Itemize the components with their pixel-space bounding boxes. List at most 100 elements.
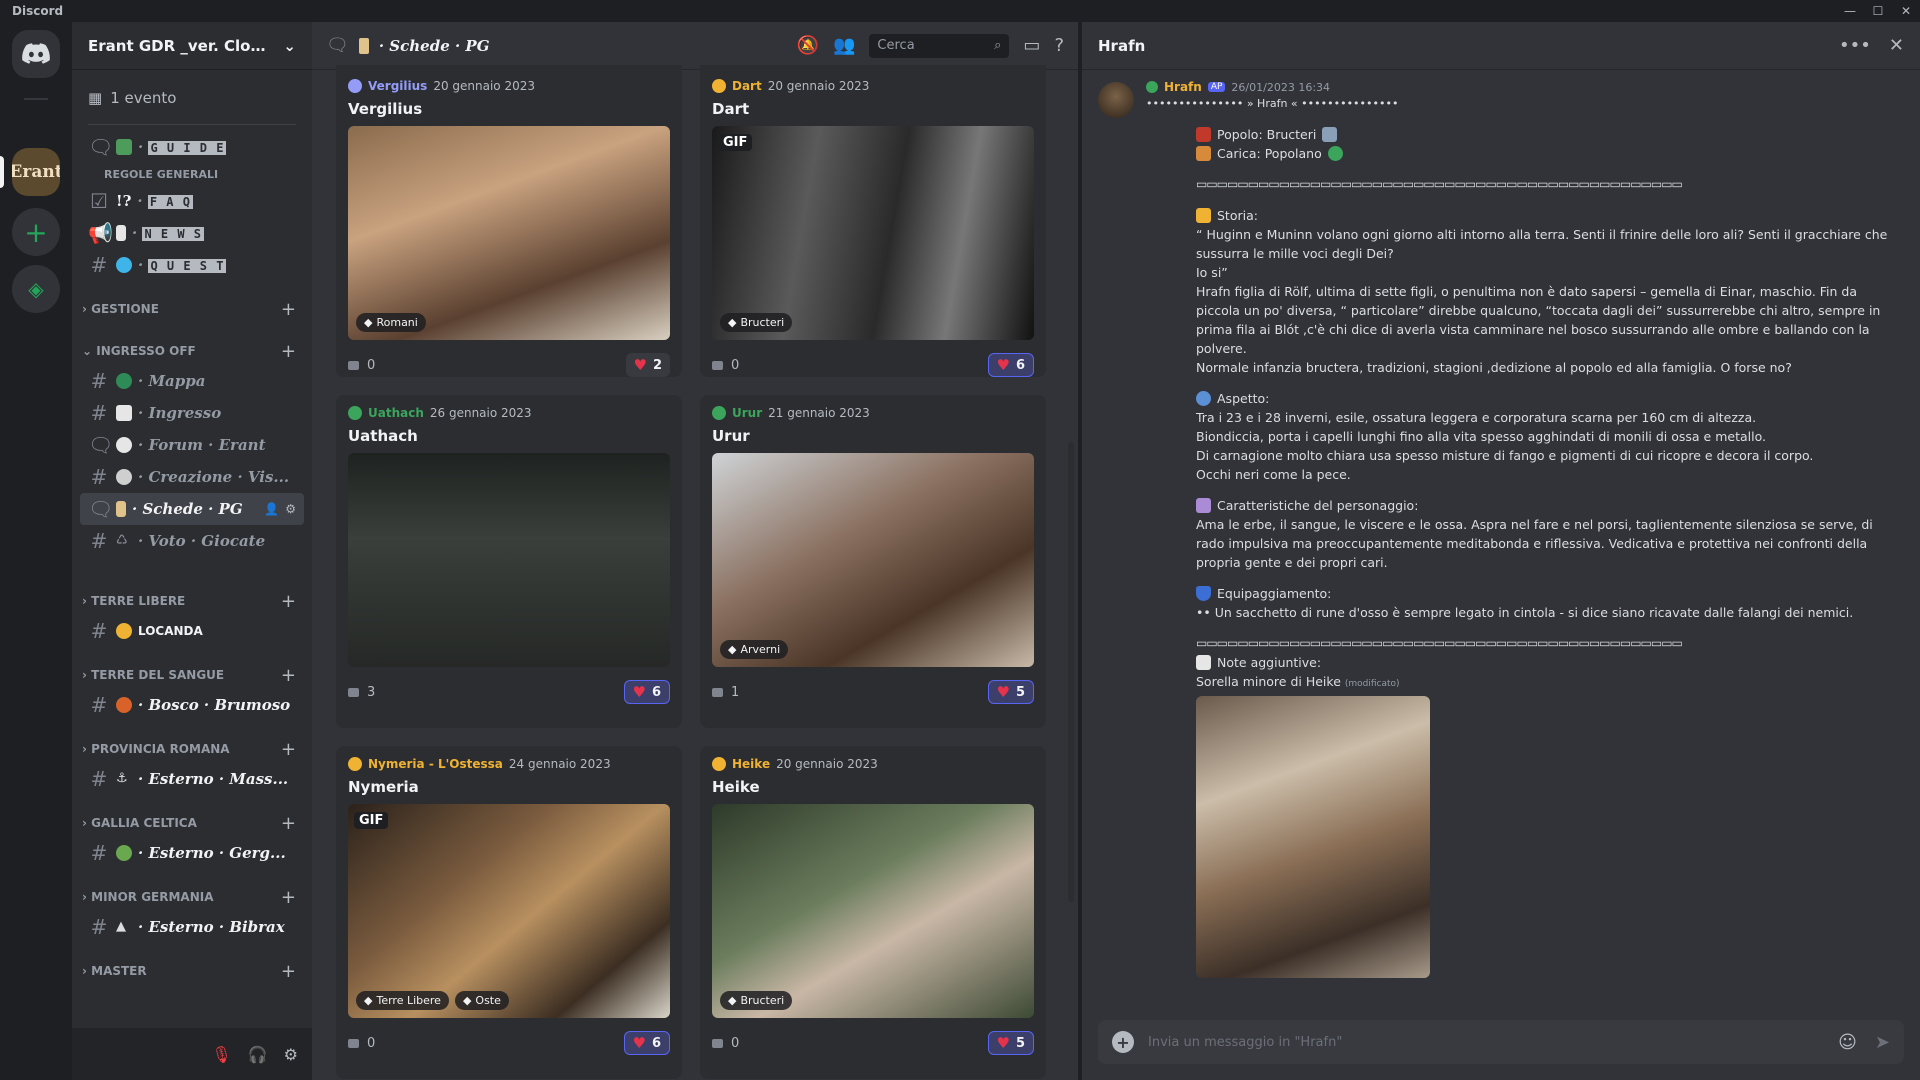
category-terre-libere[interactable]: › TERRE LIBERE + — [80, 587, 304, 615]
message: Hrafn AP 26/01/2023 16:34 ••••••••••••••… — [1098, 80, 1888, 978]
channel-quest[interactable]: # · Q U E S T — [80, 249, 304, 281]
post-author[interactable]: Uathach — [368, 406, 424, 420]
member-list-icon[interactable]: 👥 — [833, 35, 855, 56]
forum-icon: 🗨 — [88, 497, 114, 521]
mic-muted-icon[interactable]: 🎙 — [211, 1045, 231, 1064]
post-author[interactable]: Urur — [732, 406, 762, 420]
message-author[interactable]: Hrafn — [1164, 80, 1202, 94]
notifications-muted-icon[interactable]: 🔕 — [797, 35, 819, 56]
create-channel-icon[interactable]: + — [281, 739, 296, 760]
search-input[interactable]: Cerca ⌕ — [869, 33, 1010, 58]
category-ingresso[interactable]: ⌄ INGRESSO OFF + — [80, 337, 304, 365]
post-card[interactable]: Nymeria - L'Ostessa 24 gennaio 2023 Nyme… — [336, 746, 682, 1079]
category-master[interactable]: › MASTER + — [80, 957, 304, 985]
post-title[interactable]: Nymeria — [348, 778, 670, 796]
post-title[interactable]: Dart — [712, 100, 1034, 118]
post-image[interactable]: ◆ Arverni — [712, 453, 1034, 667]
post-image[interactable]: ◆ Romani — [348, 126, 670, 340]
post-image[interactable] — [348, 453, 670, 667]
reaction-button[interactable]: ♥ 5 — [987, 1031, 1034, 1055]
events-link[interactable]: ▦ 1 evento — [80, 78, 304, 118]
create-channel-icon[interactable]: + — [281, 961, 296, 982]
chevron-down-icon[interactable]: ⌄ — [283, 37, 296, 55]
create-channel-icon[interactable]: + — [281, 887, 296, 908]
minimize-icon[interactable]: — — [1836, 0, 1864, 22]
channel-ingresso[interactable]: # · Ingresso — [80, 397, 304, 429]
create-channel-icon[interactable]: + — [281, 813, 296, 834]
close-window-icon[interactable]: ✕ — [1892, 0, 1920, 22]
post-card[interactable]: Vergilius 20 gennaio 2023 Vergilius ◆ Rom… — [336, 65, 682, 377]
category-provincia[interactable]: › PROVINCIA ROMANA + — [80, 735, 304, 763]
channel-schede-pg[interactable]: 🗨 · Schede · PG 👤 ⚙ — [80, 493, 304, 525]
post-card[interactable]: Uathach 26 gennaio 2023 Uathach 3 ♥ 6 — [336, 395, 682, 728]
category-terre-sangue[interactable]: › TERRE DEL SANGUE + — [80, 661, 304, 689]
category-gallia[interactable]: › GALLIA CELTICA + — [80, 809, 304, 837]
channel-news[interactable]: 📢 · N E W S — [80, 217, 304, 249]
comment-icon — [348, 360, 359, 370]
emoji-icon[interactable]: ☺ — [1838, 1032, 1857, 1053]
channel-guide[interactable]: 🗨 · G U I D E — [80, 131, 304, 163]
headphones-muted-icon[interactable]: 🎧 — [248, 1045, 268, 1064]
subthread-regole[interactable]: REGOLE GENERALI — [80, 163, 304, 185]
gear-icon[interactable]: ⚙ — [285, 502, 296, 516]
reaction-button[interactable]: ♥ 2 — [625, 353, 670, 377]
create-channel-icon[interactable]: + — [281, 341, 296, 362]
more-options-icon[interactable]: ••• — [1839, 35, 1871, 56]
category-germania[interactable]: › MINOR GERMANIA + — [80, 883, 304, 911]
guild-header[interactable]: Erant GDR _ver. Closed_... ⌄ — [72, 22, 312, 70]
post-title[interactable]: Heike — [712, 778, 1034, 796]
channel-creazione[interactable]: # · Creazione · Vis... — [80, 461, 304, 493]
attachment-image[interactable] — [1196, 696, 1430, 978]
reaction-button[interactable]: ♥ 6 — [623, 1031, 670, 1055]
channel-esterno-bibrax[interactable]: # ▲ · Esterno · Bibrax — [80, 911, 304, 943]
post-card[interactable]: Urur 21 gennaio 2023 Urur ◆ Arverni 1 ♥ 5 — [700, 395, 1046, 728]
gear-icon[interactable]: ⚙ — [284, 1045, 298, 1064]
composer-placeholder: Invia un messaggio in "Hrafn" — [1148, 1034, 1343, 1050]
channel-esterno-mass[interactable]: # ⚓ · Esterno · Mass... — [80, 763, 304, 795]
post-author[interactable]: Nymeria - L'Ostessa — [368, 757, 503, 771]
channel-voto[interactable]: # ♺ · Voto · Giocate — [80, 525, 304, 557]
post-image[interactable]: ◆ Bructeri — [712, 804, 1034, 1018]
close-icon[interactable]: ✕ — [1889, 35, 1904, 56]
post-image[interactable]: GIF ◆ Terre Libere ◆ Oste — [348, 804, 670, 1018]
create-channel-icon[interactable]: + — [281, 299, 296, 320]
reaction-button[interactable]: ♥ 5 — [987, 680, 1034, 704]
channel-locanda[interactable]: # LOCANDA — [80, 615, 304, 647]
equip-text: •• Un sacchetto di rune d'osso è sempre … — [1196, 605, 1854, 620]
channel-mappa[interactable]: # · Mappa — [80, 365, 304, 397]
add-server-icon[interactable]: + — [12, 208, 60, 256]
channel-esterno-gerg[interactable]: # · Esterno · Gerg... — [80, 837, 304, 869]
post-date: 20 gennaio 2023 — [767, 79, 870, 93]
help-icon[interactable]: ? — [1054, 35, 1064, 56]
channel-faq[interactable]: ☑ !? · F A Q — [80, 185, 304, 217]
discord-home-icon[interactable] — [12, 30, 60, 78]
reaction-button[interactable]: ♥ 6 — [987, 353, 1034, 377]
create-channel-icon[interactable]: + — [281, 591, 296, 612]
inbox-icon[interactable]: ▭ — [1023, 35, 1040, 56]
separator-line: ▭▭▭▭▭▭▭▭▭▭▭▭▭▭▭▭▭▭▭▭▭▭▭▭▭▭▭▭▭▭▭▭▭▭▭▭▭▭▭▭… — [1196, 636, 1683, 650]
category-gestione[interactable]: › GESTIONE + — [80, 295, 304, 323]
channel-bosco-brumoso[interactable]: # · Bosco · Brumoso — [80, 689, 304, 721]
post-author[interactable]: Dart — [732, 79, 762, 93]
post-author[interactable]: Heike — [732, 757, 770, 771]
create-channel-icon[interactable]: + — [281, 665, 296, 686]
post-title[interactable]: Vergilius — [348, 100, 670, 118]
channel-forum-erant[interactable]: 🗨 · Forum · Erant — [80, 429, 304, 461]
post-title[interactable]: Uathach — [348, 427, 670, 445]
post-image[interactable]: GIF ◆ Bructeri — [712, 126, 1034, 340]
scrollbar[interactable] — [1068, 442, 1074, 902]
server-erant[interactable]: Erant — [12, 148, 60, 196]
maximize-icon[interactable]: ☐ — [1864, 0, 1892, 22]
post-title[interactable]: Urur — [712, 427, 1034, 445]
explore-compass-icon[interactable]: ◈ — [12, 265, 60, 313]
send-icon[interactable]: ➤ — [1875, 1032, 1890, 1053]
add-member-icon[interactable]: 👤 — [264, 502, 279, 516]
avatar[interactable] — [1098, 82, 1134, 118]
add-attachment-icon[interactable]: + — [1112, 1031, 1134, 1053]
post-card[interactable]: Heike 20 gennaio 2023 Heike ◆ Bructeri 0 … — [700, 746, 1046, 1079]
hash-icon: # — [90, 529, 108, 553]
post-author[interactable]: Vergilius — [368, 79, 427, 93]
message-composer[interactable]: + Invia un messaggio in "Hrafn" ☺ ➤ — [1098, 1020, 1904, 1064]
reaction-button[interactable]: ♥ 6 — [623, 680, 670, 704]
post-card[interactable]: Dart 20 gennaio 2023 Dart GIF ◆ Bructeri … — [700, 65, 1046, 377]
